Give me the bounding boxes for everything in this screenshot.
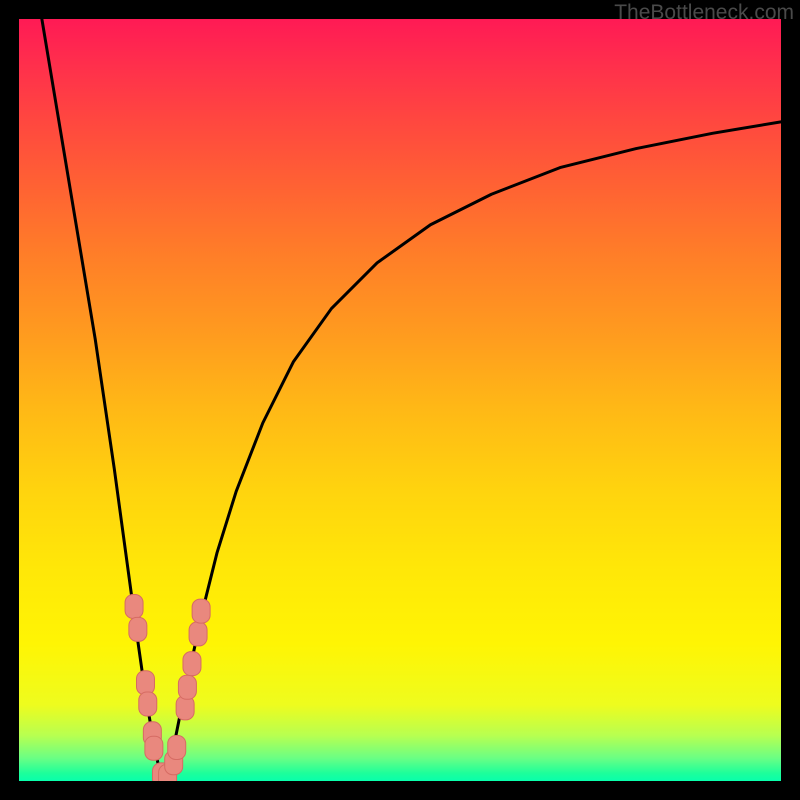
data-marker xyxy=(192,599,210,623)
curve-svg xyxy=(19,19,781,781)
data-marker xyxy=(125,595,143,619)
data-marker xyxy=(189,622,207,646)
data-marker xyxy=(139,692,157,716)
curve-left-branch xyxy=(42,19,164,781)
watermark-text: TheBottleneck.com xyxy=(614,1,794,25)
chart-frame: TheBottleneck.com xyxy=(0,0,800,800)
data-marker xyxy=(136,671,154,695)
curve-right-branch xyxy=(164,122,781,781)
data-marker xyxy=(183,652,201,676)
data-marker xyxy=(145,736,163,760)
data-marker xyxy=(178,675,196,699)
data-marker xyxy=(168,735,186,759)
plot-area xyxy=(19,19,781,781)
data-marker xyxy=(129,617,147,641)
